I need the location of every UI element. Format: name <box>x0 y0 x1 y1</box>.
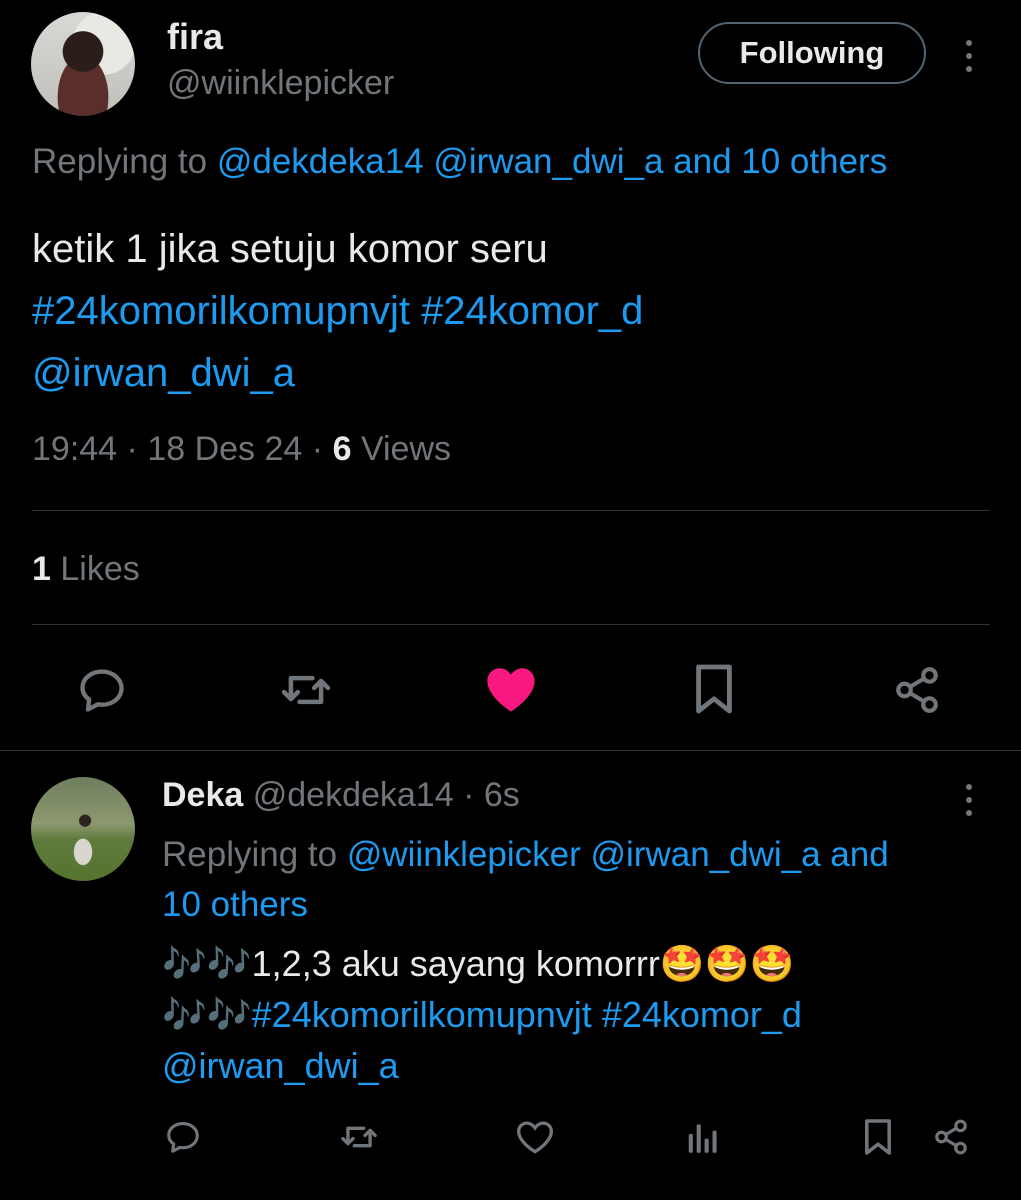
reply-text-line: 🎶🎶1,2,3 aku sayang komorrr <box>162 943 660 984</box>
replying-others-link[interactable]: 10 others <box>162 885 308 924</box>
reply-icon[interactable] <box>164 1118 202 1156</box>
bookmark-icon[interactable] <box>692 662 736 716</box>
replying-users-link[interactable]: @wiinklepicker @irwan_dwi_a and <box>347 835 889 874</box>
reply-text: 🎶🎶1,2,3 aku sayang komorrr🤩🤩🤩 🎶🎶#24komor… <box>162 938 982 1091</box>
likes-count: 1 <box>32 550 51 588</box>
views-icon[interactable] <box>686 1118 720 1156</box>
likes-stat[interactable]: 1 Likes <box>32 550 140 589</box>
share-icon[interactable] <box>892 664 942 716</box>
more-options-icon[interactable] <box>962 40 976 72</box>
likes-label: Likes <box>60 550 140 588</box>
divider <box>32 510 990 511</box>
reply-author-handle[interactable]: @dekdeka14 <box>253 776 454 814</box>
hashtags[interactable]: #24komorilkomupnvjt #24komor_d <box>32 280 982 342</box>
reply-replying-to: Replying to @wiinklepicker @irwan_dwi_a … <box>162 830 972 930</box>
retweet-icon[interactable] <box>278 664 334 716</box>
music-emoji: 🎶🎶 <box>162 994 252 1035</box>
replying-users-link[interactable]: @dekdeka14 @irwan_dwi_a and 10 others <box>217 142 887 181</box>
reply-more-options-icon[interactable] <box>962 784 976 816</box>
author-handle[interactable]: @wiinklepicker <box>167 64 394 103</box>
retweet-icon[interactable] <box>338 1118 380 1156</box>
mention-link[interactable]: @irwan_dwi_a <box>32 342 982 404</box>
reply-icon[interactable] <box>76 664 128 716</box>
tweet-time[interactable]: 19:44 <box>32 430 117 468</box>
tweet-text-line: ketik 1 jika setuju komor seru <box>32 227 548 271</box>
like-outline-icon[interactable] <box>515 1119 555 1155</box>
mention-link[interactable]: @irwan_dwi_a <box>162 1040 982 1091</box>
reply-age[interactable]: 6s <box>484 776 520 814</box>
emoji: 🤩🤩🤩 <box>659 943 795 984</box>
tweet-text: ketik 1 jika setuju komor seru #24komori… <box>32 218 982 404</box>
divider <box>32 624 990 625</box>
views-label: Views <box>360 430 452 468</box>
hashtags[interactable]: #24komorilkomupnvjt #24komor_d <box>252 994 802 1035</box>
reply-author-avatar[interactable] <box>31 777 135 881</box>
reply-header: Deka @dekdeka14 · 6s <box>162 776 520 814</box>
share-icon[interactable] <box>932 1118 970 1156</box>
author-avatar[interactable] <box>31 12 135 116</box>
replying-prefix: Replying to <box>162 835 338 874</box>
author-name[interactable]: fira <box>167 16 223 58</box>
tweet-meta: 19:44 · 18 Des 24 · 6 Views <box>32 430 452 468</box>
tweet-date[interactable]: 18 Des 24 <box>147 430 302 468</box>
views-count: 6 <box>332 430 352 468</box>
following-button[interactable]: Following <box>698 22 926 84</box>
bookmark-icon[interactable] <box>862 1117 894 1157</box>
replying-prefix: Replying to <box>32 142 208 181</box>
like-icon[interactable] <box>484 664 538 714</box>
divider <box>0 750 1021 751</box>
replying-to: Replying to @dekdeka14 @irwan_dwi_a and … <box>32 142 887 182</box>
reply-author-name[interactable]: Deka <box>162 776 243 814</box>
